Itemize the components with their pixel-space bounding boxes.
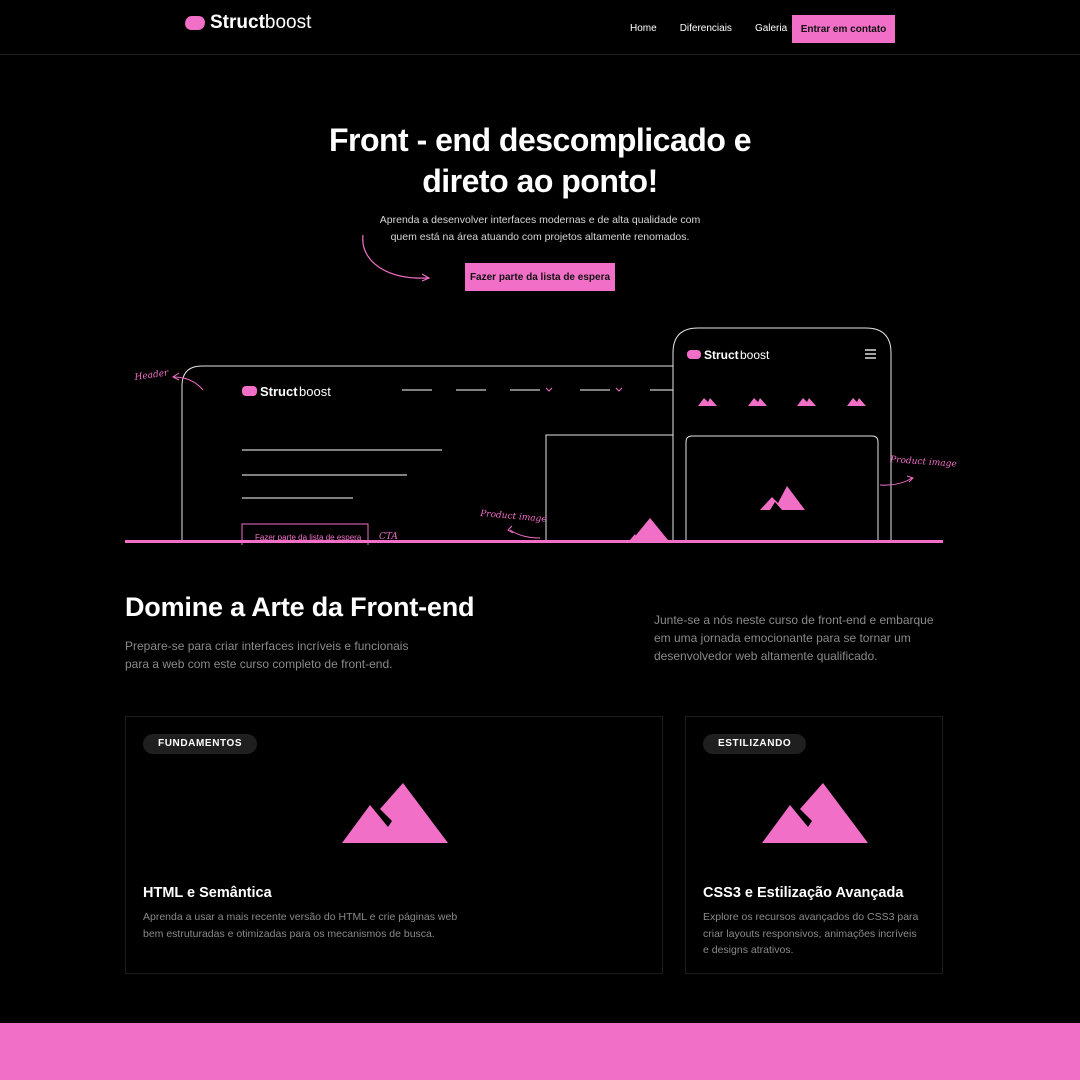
card-description: Aprenda a usar a mais recente versão do …: [143, 909, 483, 942]
logo-text-light: boost: [264, 12, 312, 33]
chevron-down-icon: [545, 387, 553, 392]
section-left-text: Prepare-se para criar interfaces incríve…: [125, 637, 425, 673]
hero-illustration: Struct boost Fazer parte da lista de esp…: [125, 327, 957, 545]
mock-desktop-logo-light: boost: [299, 384, 331, 399]
course-card-html[interactable]: FUNDAMENTOS HTML e Semântica Aprenda a u…: [125, 716, 663, 974]
course-card-css[interactable]: ESTILIZANDO CSS3 e Estilização Avançada …: [685, 716, 943, 974]
card-badge: ESTILIZANDO: [703, 734, 807, 754]
label-product-image-2: Product image: [889, 455, 957, 470]
card-desc-line2: criar layouts responsivos, animações inc…: [703, 927, 917, 940]
mock-desktop-logo: Struct boost: [242, 384, 331, 399]
nav-link-home[interactable]: Home: [630, 23, 657, 34]
mock-desktop-logo-bold: Struct: [260, 384, 298, 399]
hero-title-line2: direto ao ponto!: [422, 163, 658, 199]
mock-phone-logo-light: boost: [740, 348, 770, 362]
hero-subtitle-line1: Aprenda a desenvolver interfaces moderna…: [379, 214, 701, 226]
chevron-down-icon: [615, 387, 623, 392]
label-header: Header: [133, 368, 170, 383]
mountain-icon: [632, 518, 668, 540]
section-left-line1: Prepare-se para criar interfaces incríve…: [125, 639, 409, 653]
mock-phone-logo-bold: Struct: [704, 348, 739, 362]
card-desc-line1: Explore os recursos avançados do CSS3 pa…: [703, 911, 919, 923]
card-description: Explore os recursos avançados do CSS3 pa…: [703, 909, 933, 959]
hero-subtitle-line2: quem está na área atuando com projetos a…: [390, 230, 690, 243]
card-desc-line2: bem estruturadas e otimizadas para os me…: [143, 927, 435, 940]
section-right-line1: Junte-se a nós neste curso de front-end …: [654, 613, 934, 627]
waitlist-button[interactable]: Fazer parte da lista de espera: [465, 263, 615, 291]
logo-icon: [183, 16, 207, 30]
section-title: Domine a Arte da Front-end: [125, 592, 475, 622]
hero-title: Front - end descomplicado e direto ao po…: [290, 120, 790, 202]
logo-text-bold: Struct: [210, 12, 265, 33]
label-product-image-1: Product image: [479, 509, 547, 525]
section-right-text: Junte-se a nós neste curso de front-end …: [654, 611, 954, 665]
nav-links: Home Diferenciais Galeria: [630, 23, 787, 34]
mountain-image-icon: [762, 783, 868, 843]
mountain-image-icon: [342, 783, 448, 843]
card-title: CSS3 e Estilização Avançada: [703, 885, 904, 901]
contact-button[interactable]: Entrar em contato: [792, 15, 895, 43]
section-right-line3: desenvolvedor web altamente qualificado.: [654, 649, 878, 663]
section-left-line2: para a web com este curso completo de fr…: [125, 657, 393, 671]
nav-link-galeria[interactable]: Galeria: [755, 23, 787, 34]
hero-title-line1: Front - end descomplicado e: [328, 122, 752, 158]
top-nav: Structboost Home Diferenciais Galeria En…: [0, 0, 1080, 55]
card-badge: FUNDAMENTOS: [143, 734, 258, 754]
card-desc-line3: e designs atrativos.: [703, 944, 794, 956]
footer-band: [0, 1023, 1080, 1080]
card-title: HTML e Semântica: [143, 885, 272, 901]
card-desc-line1: Aprenda a usar a mais recente versão do …: [143, 911, 458, 923]
nav-link-diferenciais[interactable]: Diferenciais: [680, 23, 732, 34]
section-right-line2: em uma jornada emocionante para se torna…: [654, 631, 911, 645]
curved-arrow-icon: [362, 234, 431, 282]
logo[interactable]: Structboost: [183, 12, 312, 34]
